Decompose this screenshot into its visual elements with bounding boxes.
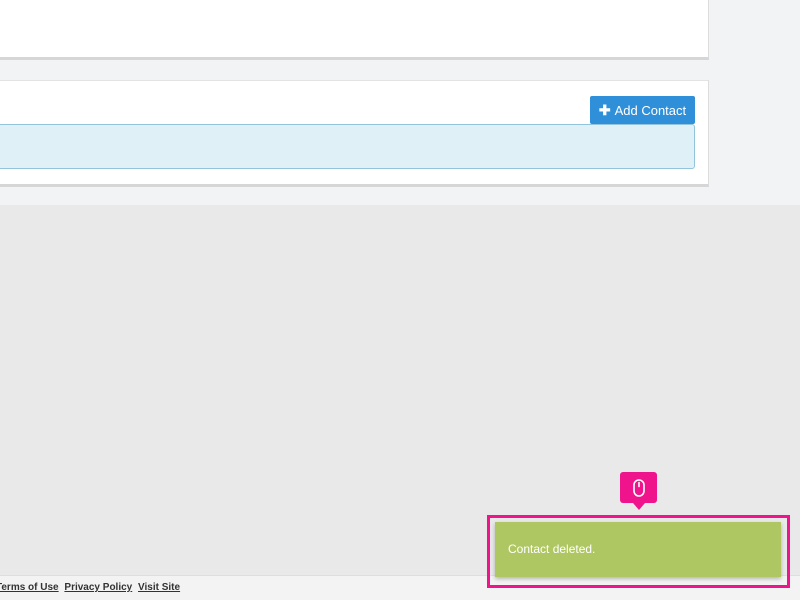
mouse-icon bbox=[632, 478, 645, 497]
contacts-info-box bbox=[0, 124, 695, 169]
add-contact-label: Add Contact bbox=[614, 102, 687, 118]
contacts-panel: ✚ Add Contact bbox=[0, 80, 709, 187]
content-area: ✚ Add Contact bbox=[0, 0, 800, 205]
visit-site-link[interactable]: Visit Site bbox=[138, 582, 180, 593]
highlight-frame bbox=[487, 515, 790, 588]
terms-of-use-link[interactable]: Terms of Use bbox=[0, 582, 59, 593]
mouse-marker bbox=[620, 472, 657, 510]
add-contact-button[interactable]: ✚ Add Contact bbox=[590, 96, 695, 124]
plus-icon: ✚ bbox=[598, 102, 611, 118]
privacy-policy-link[interactable]: Privacy Policy bbox=[64, 582, 132, 593]
footer-links: Terms of Use Privacy Policy Visit Site bbox=[0, 582, 183, 593]
top-panel bbox=[0, 0, 709, 60]
app-page: ✚ Add Contact Terms of Use Privacy Polic… bbox=[0, 0, 800, 600]
